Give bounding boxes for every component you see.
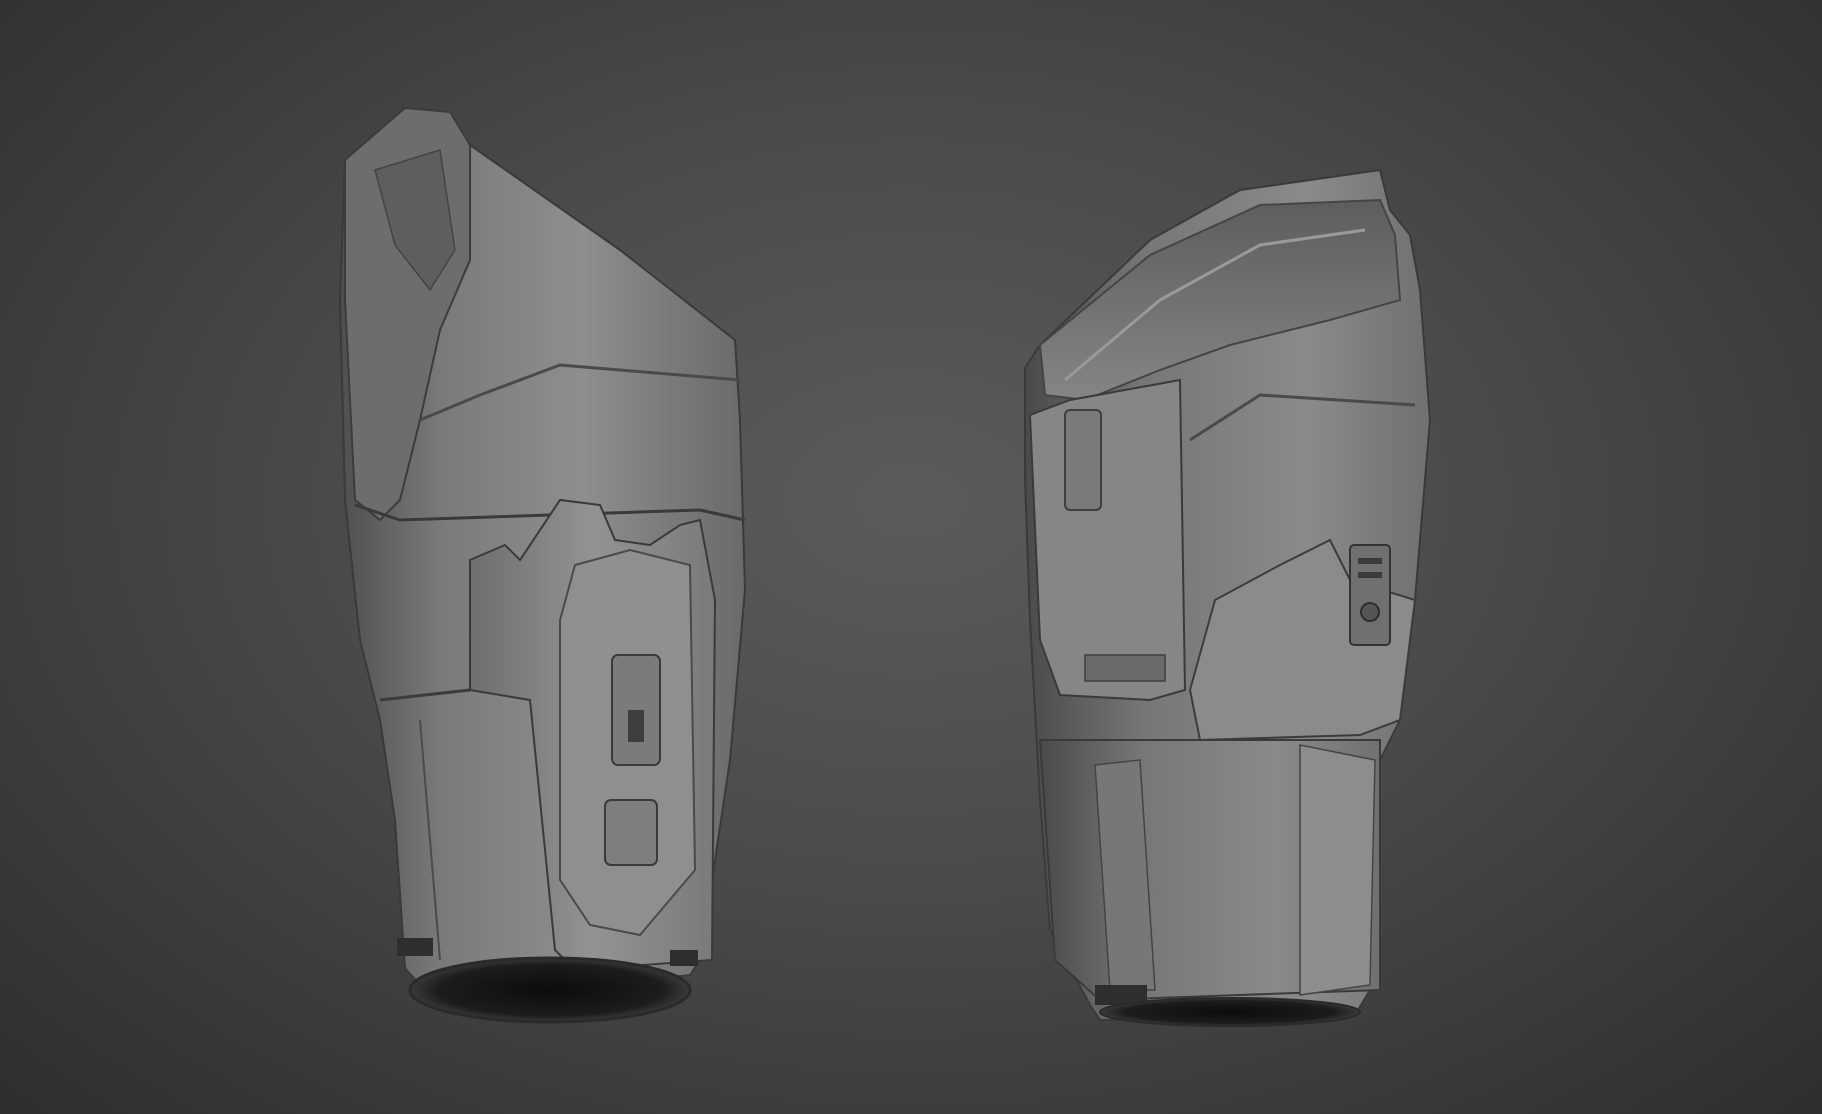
buckle-lower <box>604 799 658 866</box>
vambrace-left <box>338 106 747 1024</box>
side-strap <box>1028 378 1187 702</box>
vambrace-left-opening <box>408 956 692 1024</box>
render-viewport <box>0 0 1822 1114</box>
vambrace-right-opening <box>1099 997 1361 1027</box>
armor-render <box>338 106 1432 1027</box>
vambrace-right <box>1024 168 1432 1027</box>
